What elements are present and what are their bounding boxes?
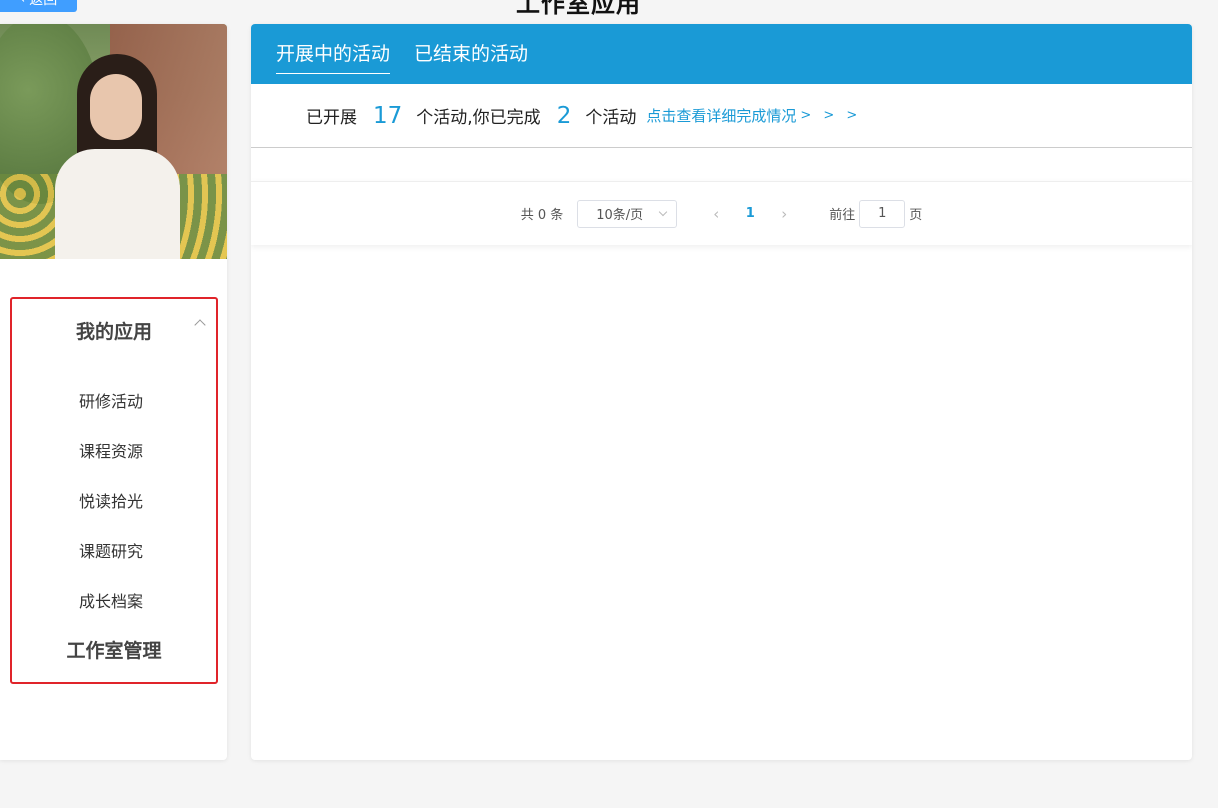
back-button[interactable]: ‹ 返回 xyxy=(0,0,77,12)
tab-ended-activities[interactable]: 已结束的活动 xyxy=(414,39,528,70)
chevron-left-icon: ‹ xyxy=(20,0,26,7)
sidebar-item-course-resources[interactable]: 课程资源 xyxy=(6,427,216,477)
page-number-current[interactable]: 1 xyxy=(735,206,765,221)
sidebar-item-growth-archive[interactable]: 成长档案 xyxy=(6,577,216,627)
menu-title-my-apps[interactable]: 我的应用 xyxy=(12,317,216,344)
summary-suffix: 个活动 xyxy=(585,108,637,128)
menu-title-studio-management[interactable]: 工作室管理 xyxy=(12,636,216,663)
detail-link[interactable]: 点击查看详细完成情况 xyxy=(646,105,796,126)
sidebar-item-reading[interactable]: 悦读拾光 xyxy=(6,477,216,527)
pagination-total: 共 0 条 xyxy=(520,208,564,223)
next-page-button[interactable]: › xyxy=(769,205,799,223)
activity-summary: 已开展 17 个活动,你已完成 2 个活动 点击查看详细完成情况 > > > xyxy=(251,84,1192,148)
sidebar-item-research-activity[interactable]: 研修活动 xyxy=(6,377,216,427)
goto-page: 前往 页 xyxy=(829,199,923,228)
tab-bar: 开展中的活动 已结束的活动 xyxy=(251,24,1192,84)
my-apps-menu: 我的应用 研修活动 课程资源 悦读拾光 课题研究 成长档案 工作室管理 xyxy=(10,297,218,684)
chevron-down-icon xyxy=(659,207,668,216)
main-panel: 开展中的活动 已结束的活动 已开展 17 个活动,你已完成 2 个活动 点击查看… xyxy=(251,24,1192,760)
sidebar: 我的应用 研修活动 课程资源 悦读拾光 课题研究 成长档案 工作室管理 xyxy=(0,24,227,760)
tab-ongoing-activities[interactable]: 开展中的活动 xyxy=(276,39,391,74)
completed-count: 2 xyxy=(556,102,572,129)
activity-count: 17 xyxy=(373,102,403,129)
goto-suffix: 页 xyxy=(909,208,923,223)
back-button-label: 返回 xyxy=(29,0,58,8)
detail-arrows[interactable]: > > > xyxy=(800,108,861,123)
page-size-value: 10条/页 xyxy=(596,208,644,223)
goto-page-input[interactable] xyxy=(859,199,906,228)
page-title: 工作室应用 xyxy=(516,0,641,18)
summary-middle: 个活动,你已完成 xyxy=(416,108,541,128)
pagination: 共 0 条 10条/页 ‹ 1 › 前往 页 xyxy=(251,181,1192,245)
prev-page-button[interactable]: ‹ xyxy=(701,205,731,223)
avatar xyxy=(0,24,227,259)
page-size-select[interactable]: 10条/页 xyxy=(577,199,678,228)
sidebar-item-research-topics[interactable]: 课题研究 xyxy=(6,527,216,577)
summary-prefix: 已开展 xyxy=(306,108,357,128)
goto-prefix: 前往 xyxy=(829,208,856,223)
